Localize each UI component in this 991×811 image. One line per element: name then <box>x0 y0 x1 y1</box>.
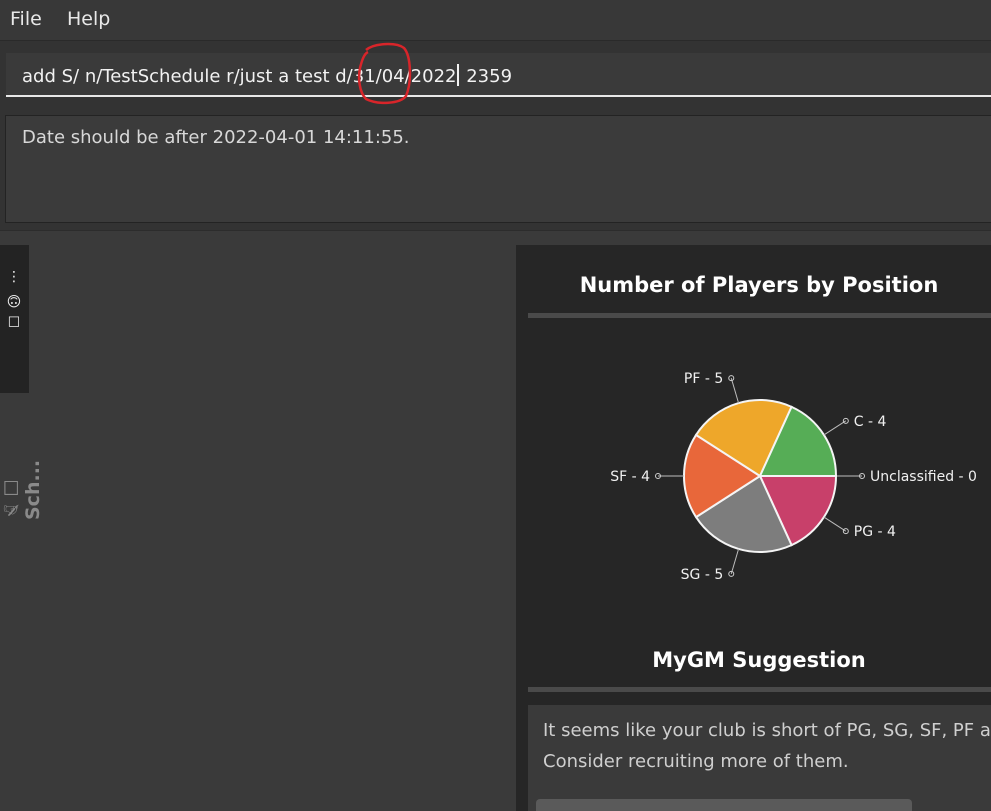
pie-label-sg: SG - 5 <box>681 567 724 583</box>
menu-help[interactable]: Help <box>67 8 110 30</box>
suggestion-line-1: It seems like your club is short of PG, … <box>543 720 991 741</box>
command-text: add S/ n/TestSchedule r/just a test d/31… <box>22 64 512 87</box>
suggestion-separator <box>528 687 991 692</box>
suggestion-line-2: Consider recruiting more of them. <box>543 751 849 772</box>
divider <box>0 230 991 231</box>
command-input[interactable]: add S/ n/TestSchedule r/just a test d/31… <box>6 53 991 97</box>
suggestion-text: It seems like your club is short of PG, … <box>543 715 991 777</box>
red-annotation-circle-icon <box>357 42 412 105</box>
suggestion-action-bar[interactable] <box>536 799 912 811</box>
statistics-panel: Number of Players by Position Unclassifi… <box>516 245 991 811</box>
menu-bar: File Help <box>0 0 991 40</box>
pie-label-sf: SF - 4 <box>610 469 650 485</box>
pie-label-unclassified: Unclassified - 0 <box>870 469 977 485</box>
label-marker-pg <box>842 528 849 535</box>
suggestion-title: MyGM Suggestion <box>652 648 866 672</box>
more-options-icon[interactable]: ⋮ <box>4 268 24 286</box>
tab-icons: ☐ ☺ <box>6 292 22 329</box>
pie-label-pg: PG - 4 <box>854 524 896 540</box>
chart-title: Number of Players by Position <box>579 273 939 297</box>
side-tab-icons: ⋮ ☐ ☺ <box>4 268 24 328</box>
result-display: Date should be after 2022-04-01 14:11:55… <box>5 115 991 223</box>
label-leader-c <box>823 420 847 436</box>
menu-file[interactable]: File <box>10 8 42 30</box>
position-pie-chart: Unclassified - 0 PG - 4 SG - 5 SF - 4 PF - 5… <box>610 371 977 583</box>
suggestion-box: It seems like your club is short of PG, … <box>528 705 991 811</box>
pie-label-pf: PF - 5 <box>684 371 723 387</box>
label-leader-sg <box>730 548 740 575</box>
tab-schedule[interactable]: ✍☐ Sch... <box>0 410 44 520</box>
label-leader-pg <box>823 516 847 532</box>
command-text-after-cursor: 2359 <box>460 66 513 87</box>
result-message: Date should be after 2022-04-01 14:11:55… <box>22 127 410 148</box>
label-leader-pf <box>730 377 740 404</box>
title-separator <box>528 313 991 318</box>
pie-label-c: C - 4 <box>854 414 887 430</box>
